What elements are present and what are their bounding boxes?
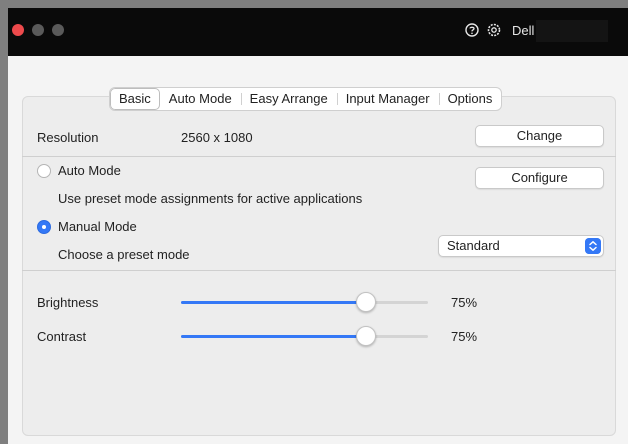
brightness-value: 75% — [451, 295, 478, 310]
main-content: Basic Auto Mode Easy Arrange Input Manag… — [8, 56, 628, 444]
auto-mode-radio[interactable] — [37, 164, 51, 178]
minimize-window-button[interactable] — [32, 24, 44, 36]
resolution-value: 2560 x 1080 — [181, 130, 253, 145]
title-bar: Dell — [8, 8, 628, 56]
app-window: Dell Basic Auto Mode Easy Arrange Input … — [8, 8, 628, 444]
up-down-chevron-icon — [585, 238, 601, 254]
zoom-window-button[interactable] — [52, 24, 64, 36]
preset-mode-select[interactable]: Standard — [438, 235, 604, 257]
configure-button[interactable]: Configure — [475, 167, 604, 189]
redacted-account-name — [536, 20, 608, 42]
section-divider — [22, 270, 616, 271]
auto-mode-description: Use preset mode assignments for active a… — [58, 191, 363, 206]
brightness-thumb[interactable] — [356, 292, 377, 312]
brightness-label: Brightness — [37, 295, 99, 310]
close-window-button[interactable] — [12, 24, 24, 36]
contrast-label: Contrast — [37, 329, 87, 344]
section-divider — [22, 156, 616, 157]
gear-icon[interactable] — [487, 23, 501, 37]
question-circle-icon[interactable] — [465, 23, 479, 37]
brightness-fill — [181, 301, 367, 304]
change-resolution-button[interactable]: Change — [475, 125, 604, 147]
contrast-value: 75% — [451, 329, 478, 344]
resolution-label: Resolution — [37, 130, 99, 145]
manual-mode-label: Manual Mode — [58, 219, 137, 234]
settings-panel — [22, 96, 616, 436]
tab-easy-arrange[interactable]: Easy Arrange — [240, 88, 337, 110]
tab-input-manager[interactable]: Input Manager — [336, 88, 439, 110]
preset-mode-value: Standard — [447, 238, 500, 253]
tab-basic[interactable]: Basic — [110, 88, 160, 110]
tab-bar: Basic Auto Mode Easy Arrange Input Manag… — [109, 87, 503, 111]
preset-mode-label: Choose a preset mode — [58, 247, 190, 262]
brightness-slider[interactable] — [181, 292, 428, 312]
account-label: Dell — [512, 23, 535, 38]
contrast-slider[interactable] — [181, 326, 428, 346]
contrast-thumb[interactable] — [356, 326, 377, 346]
contrast-fill — [181, 335, 367, 338]
tab-auto-mode[interactable]: Auto Mode — [160, 88, 241, 110]
manual-mode-radio[interactable] — [37, 220, 51, 234]
window-frame: Dell Basic Auto Mode Easy Arrange Input … — [0, 0, 628, 444]
tab-options[interactable]: Options — [438, 88, 502, 110]
auto-mode-label: Auto Mode — [58, 163, 121, 178]
